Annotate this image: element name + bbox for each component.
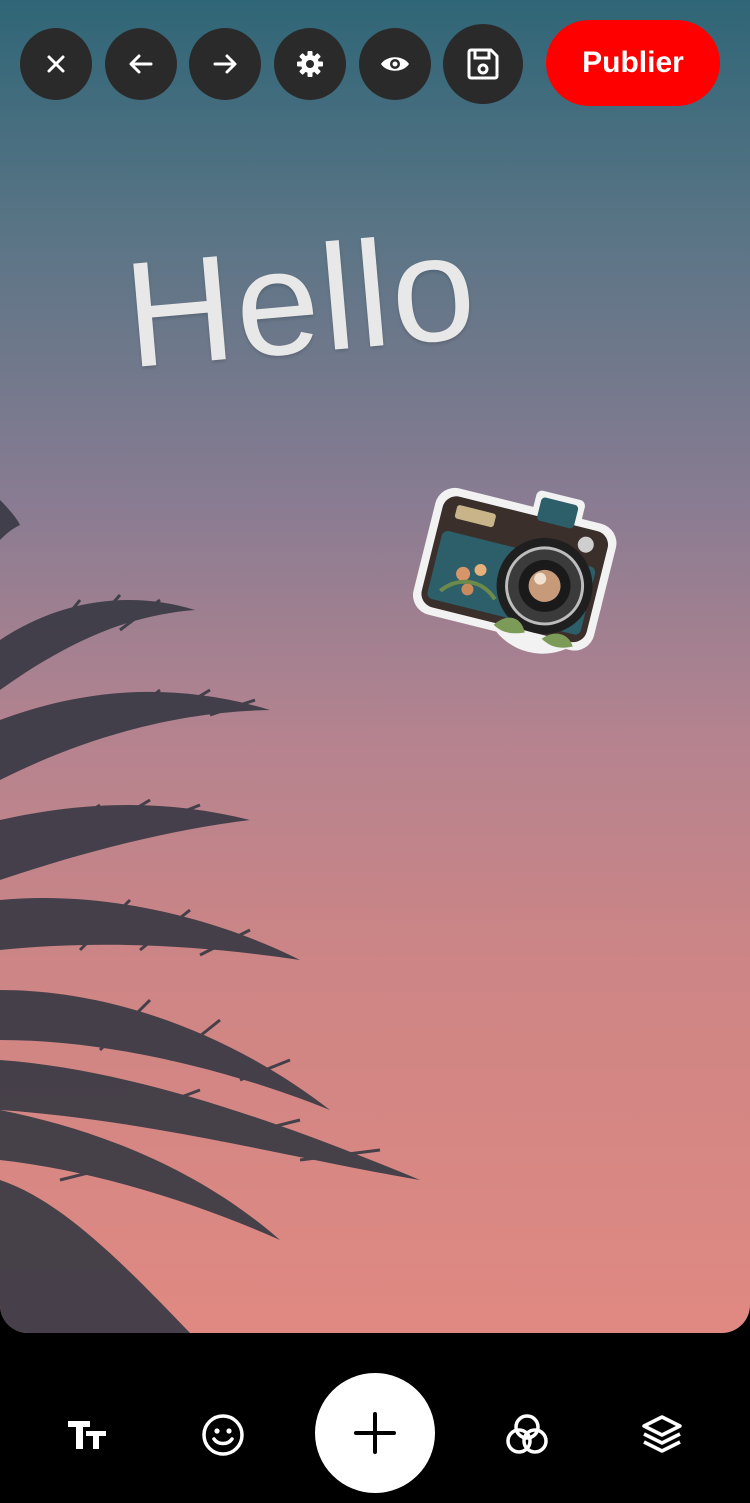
save-floppy-icon — [467, 48, 499, 80]
settings-gear-icon — [297, 51, 323, 77]
layers-button[interactable] — [632, 1405, 692, 1465]
redo-arrow-icon — [213, 54, 237, 74]
editor-toolbar: Publier — [20, 20, 730, 106]
save-draft-button[interactable] — [443, 24, 523, 104]
sticker-button[interactable] — [193, 1405, 253, 1465]
text-overlay-hello[interactable]: Hello — [118, 199, 484, 402]
emoji-icon — [202, 1414, 244, 1456]
filters-icon — [506, 1414, 548, 1454]
text-icon — [68, 1421, 106, 1449]
preview-eye-icon — [381, 57, 409, 71]
settings-button[interactable] — [274, 28, 346, 100]
close-button[interactable] — [20, 28, 92, 100]
layers-icon — [642, 1415, 682, 1453]
add-element-button[interactable] — [315, 1373, 435, 1493]
preview-button[interactable] — [359, 28, 431, 100]
redo-button[interactable] — [189, 28, 261, 100]
close-icon — [47, 55, 65, 73]
undo-button[interactable] — [105, 28, 177, 100]
filters-button[interactable] — [497, 1405, 557, 1465]
add-text-button[interactable] — [58, 1405, 118, 1465]
bottom-toolbar — [0, 1333, 750, 1503]
undo-arrow-icon — [129, 54, 153, 74]
story-canvas[interactable]: Hello — [0, 0, 750, 1333]
palm-tree-background — [0, 500, 420, 1333]
add-plus-icon — [354, 1412, 396, 1454]
publish-button[interactable]: Publier — [546, 20, 720, 106]
vintage-camera-sticker[interactable] — [408, 468, 620, 668]
